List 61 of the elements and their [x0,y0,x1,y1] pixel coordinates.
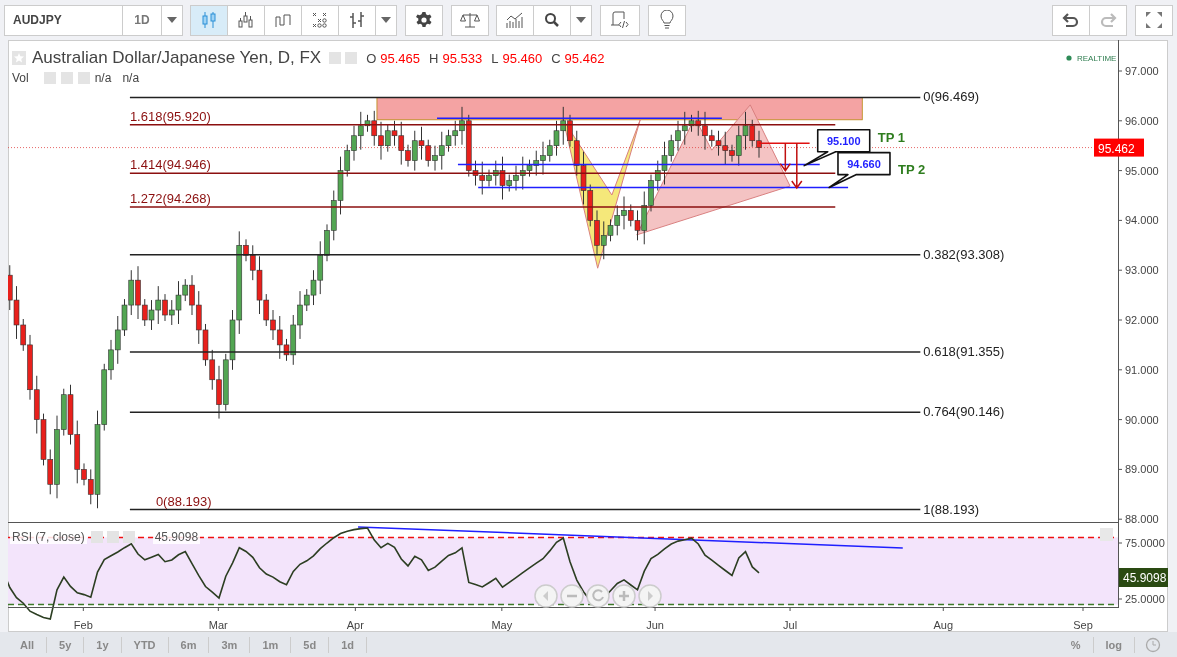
price-axis-label: 97.000 [1125,65,1159,77]
fib-label: 1.618(95.920) [129,108,211,124]
rsi-value-tag: 45.9098 [1119,568,1168,587]
ohlc-value: 95.533 [442,50,483,66]
volume-value: n/a [122,71,140,85]
rsi-value: 45.9098 [152,530,201,544]
range-button[interactable]: 1m [250,636,292,653]
time-axis-label: Mar [208,619,228,631]
ohlc-value: 95.462 [564,50,605,66]
price-callout: 94.660 [828,151,891,189]
scale-button[interactable]: % [1058,636,1094,653]
price-axis-label: 96.000 [1125,114,1159,127]
target-label: TP 2 [898,162,926,178]
range-button[interactable]: 3m [209,636,251,653]
ohlc-label: C [551,50,561,66]
price-axis-label: 92.000 [1125,314,1159,326]
fib-label: 1.414(94.946) [129,157,211,173]
scale-button[interactable]: log [1093,636,1135,653]
time-axis-label: Jun [646,619,664,631]
realtime-label: REALTIME [1077,54,1117,63]
price-axis-label: 89.000 [1125,463,1159,476]
time-axis-label: May [491,619,513,631]
symbol-field[interactable]: AUDJPY [4,4,123,36]
range-button[interactable]: 5d [291,636,330,653]
range-button[interactable]: YTD [121,636,169,653]
range-button[interactable]: 1y [84,636,122,653]
rsi-axis-label: 75.0000 [1125,537,1165,549]
fib-label: 1(88.193) [923,501,979,517]
ohlc-label: L [491,50,499,66]
fib-label: 0.764(90.146) [923,404,1005,420]
price-axis-label: 91.000 [1125,363,1159,376]
fib-label: 0.382(93.308) [923,246,1005,262]
time-axis-label: Aug [933,619,954,631]
time-axis-label: Sep [1073,619,1093,631]
fib-label: 0.618(91.355) [923,344,1005,360]
interval-button[interactable]: 1D [122,4,162,36]
time-axis-label: Apr [346,619,364,631]
price-axis-label: 93.000 [1125,264,1159,277]
chart-title: Australian Dollar/Japanese Yen, D, FX [32,48,322,68]
range-button[interactable]: 6m [168,636,210,653]
ohlc-value: 95.460 [502,50,543,66]
fib-label: 0(88.193) [155,493,212,509]
range-button[interactable]: All [8,636,48,653]
rsi-axis-label: 25.0000 [1125,593,1165,605]
ohlc-value: 95.465 [380,50,421,66]
range-button[interactable]: 5y [47,636,85,653]
price-axis-label: 94.000 [1125,214,1159,227]
rsi-legend: RSI (7, close) [10,530,87,544]
price-axis-label: 90.000 [1125,413,1159,426]
price-axis-label: 95.000 [1125,164,1159,177]
ohlc-label: H [429,50,439,66]
range-button[interactable]: 1d [329,636,367,653]
time-axis-label: Jul [783,619,798,631]
fib-label: 1.272(94.268) [129,191,211,207]
volume-label: Vol [12,71,29,85]
target-label: TP 1 [877,129,905,145]
price-axis-label: 88.000 [1125,513,1159,526]
volume-value: n/a [94,71,112,85]
fib-label: 0(96.469) [923,89,979,105]
ohlc-label: O [366,50,377,66]
time-axis-label: Feb [73,619,93,631]
